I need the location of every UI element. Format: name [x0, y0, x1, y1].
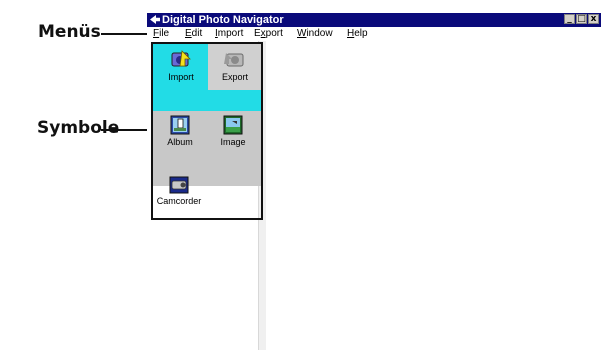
menu-import[interactable]: Import [215, 27, 243, 41]
window-title: Digital Photo Navigator [162, 14, 284, 26]
callout-menus-line [101, 33, 149, 35]
menu-edit[interactable]: Edit [185, 27, 202, 41]
title-bar: Digital Photo Navigator _ □ x [147, 13, 601, 27]
menu-window[interactable]: Window [297, 27, 333, 41]
minimize-button[interactable]: _ [564, 14, 575, 24]
symbols-highlight-box [151, 42, 263, 220]
callout-symbols-label: Symbole [37, 118, 120, 138]
menu-bar: File Edit Import Export Window Help [147, 27, 601, 41]
app-arrow-icon [150, 15, 160, 24]
window-controls: _ □ x [564, 14, 599, 24]
menu-file[interactable]: File [153, 27, 169, 41]
close-button[interactable]: x [588, 14, 599, 24]
menu-help[interactable]: Help [347, 27, 368, 41]
callout-menus-label: Menüs [38, 22, 101, 42]
menu-export[interactable]: Export [254, 27, 283, 41]
callout-symbols-line [101, 129, 151, 131]
maximize-button[interactable]: □ [576, 14, 587, 24]
